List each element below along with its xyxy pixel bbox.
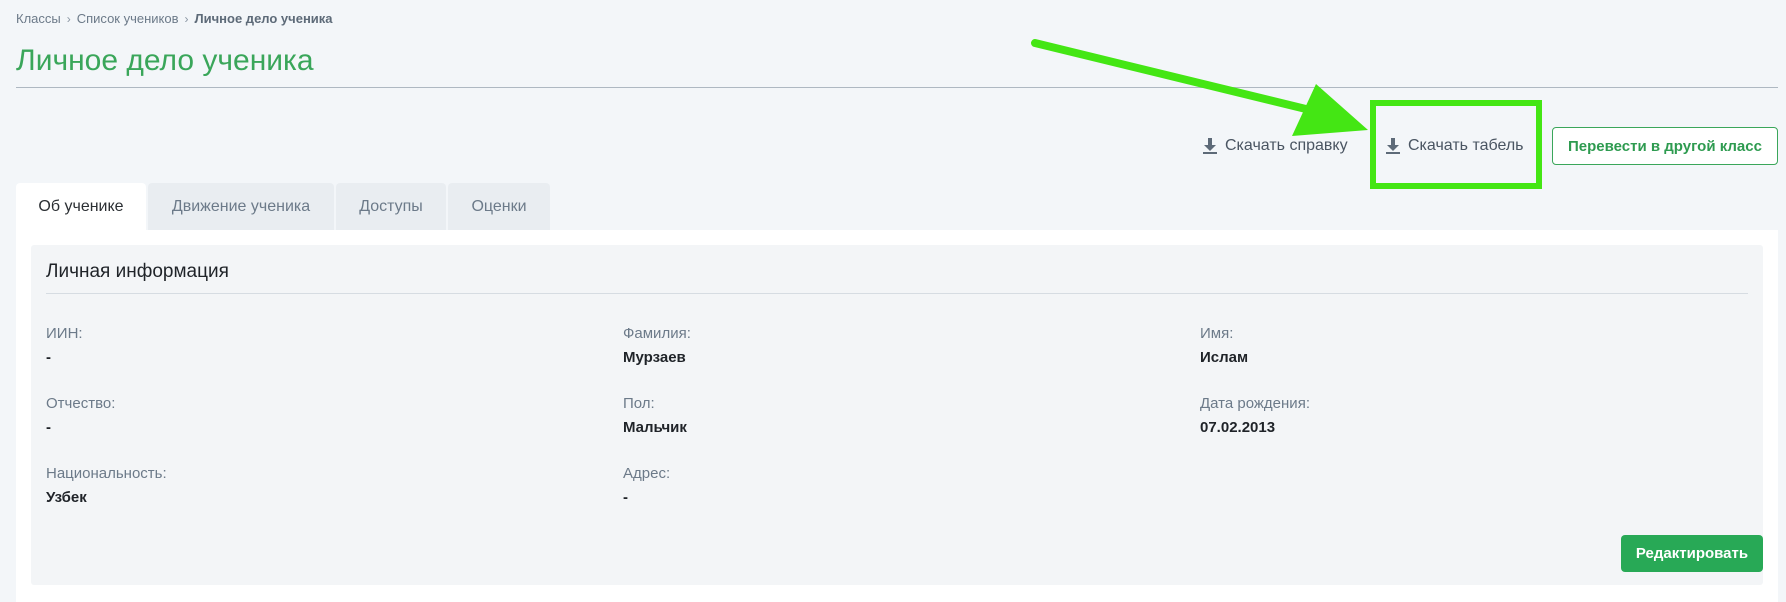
breadcrumb-item-students-list[interactable]: Список учеников xyxy=(77,11,179,26)
tab-about-student[interactable]: Об ученике xyxy=(16,183,146,230)
breadcrumb-current: Личное дело ученика xyxy=(194,11,333,26)
tab-grades[interactable]: Оценки xyxy=(448,183,550,230)
field-birthdate: Дата рождения: 07.02.2013 xyxy=(1200,395,1310,436)
breadcrumb-separator-icon: › xyxy=(184,11,189,26)
field-name: Имя: Ислам xyxy=(1200,325,1248,366)
field-value: Мальчик xyxy=(623,419,687,436)
field-value: Ислам xyxy=(1200,349,1249,366)
field-patronymic: Отчество: - xyxy=(46,395,115,436)
field-value: Узбек xyxy=(46,489,87,506)
tab-student-movement[interactable]: Движение ученика xyxy=(148,183,334,230)
annotation-arrow xyxy=(1031,39,1368,136)
field-nationality: Национальность: Узбек xyxy=(46,465,167,506)
page-title: Личное дело ученика xyxy=(16,44,314,77)
field-value: - xyxy=(46,419,51,436)
field-value: - xyxy=(46,349,51,366)
card-divider xyxy=(46,293,1748,294)
field-address: Адрес: - xyxy=(623,465,670,506)
field-surname: Фамилия: Мурзаев xyxy=(623,325,691,366)
breadcrumb: Классы › Список учеников › Личное дело у… xyxy=(16,11,333,26)
download-icon xyxy=(1203,138,1217,154)
field-gender: Пол: Мальчик xyxy=(623,395,687,436)
field-label: ИИН: xyxy=(46,325,83,342)
field-iin: ИИН: - xyxy=(46,325,83,366)
personal-info-card: Личная информация ИИН: - Фамилия: Мурзае… xyxy=(31,245,1763,585)
annotation-highlight-box xyxy=(1370,100,1542,189)
tab-panel: Личная информация ИИН: - Фамилия: Мурзае… xyxy=(16,230,1778,602)
title-divider xyxy=(16,87,1778,88)
transfer-class-button[interactable]: Перевести в другой класс xyxy=(1552,127,1778,165)
download-certificate-label: Скачать справку xyxy=(1225,137,1348,154)
field-label: Имя: xyxy=(1200,325,1234,342)
field-value: 07.02.2013 xyxy=(1200,419,1276,436)
field-label: Пол: xyxy=(623,395,655,412)
field-label: Дата рождения: xyxy=(1200,395,1310,412)
field-value: - xyxy=(623,489,628,506)
breadcrumb-separator-icon: › xyxy=(66,11,71,26)
personal-info-title: Личная информация xyxy=(46,261,229,282)
field-label: Адрес: xyxy=(623,465,671,482)
tab-access[interactable]: Доступы xyxy=(336,183,446,230)
breadcrumb-item-classes[interactable]: Классы xyxy=(16,11,61,26)
download-certificate-link[interactable]: Скачать справку xyxy=(1203,135,1348,157)
tab-bar: Об ученике Движение ученика Доступы Оцен… xyxy=(16,183,550,230)
field-label: Национальность: xyxy=(46,465,167,482)
field-label: Фамилия: xyxy=(623,325,691,342)
edit-button[interactable]: Редактировать xyxy=(1621,535,1763,572)
field-value: Мурзаев xyxy=(623,349,686,366)
field-label: Отчество: xyxy=(46,395,116,412)
